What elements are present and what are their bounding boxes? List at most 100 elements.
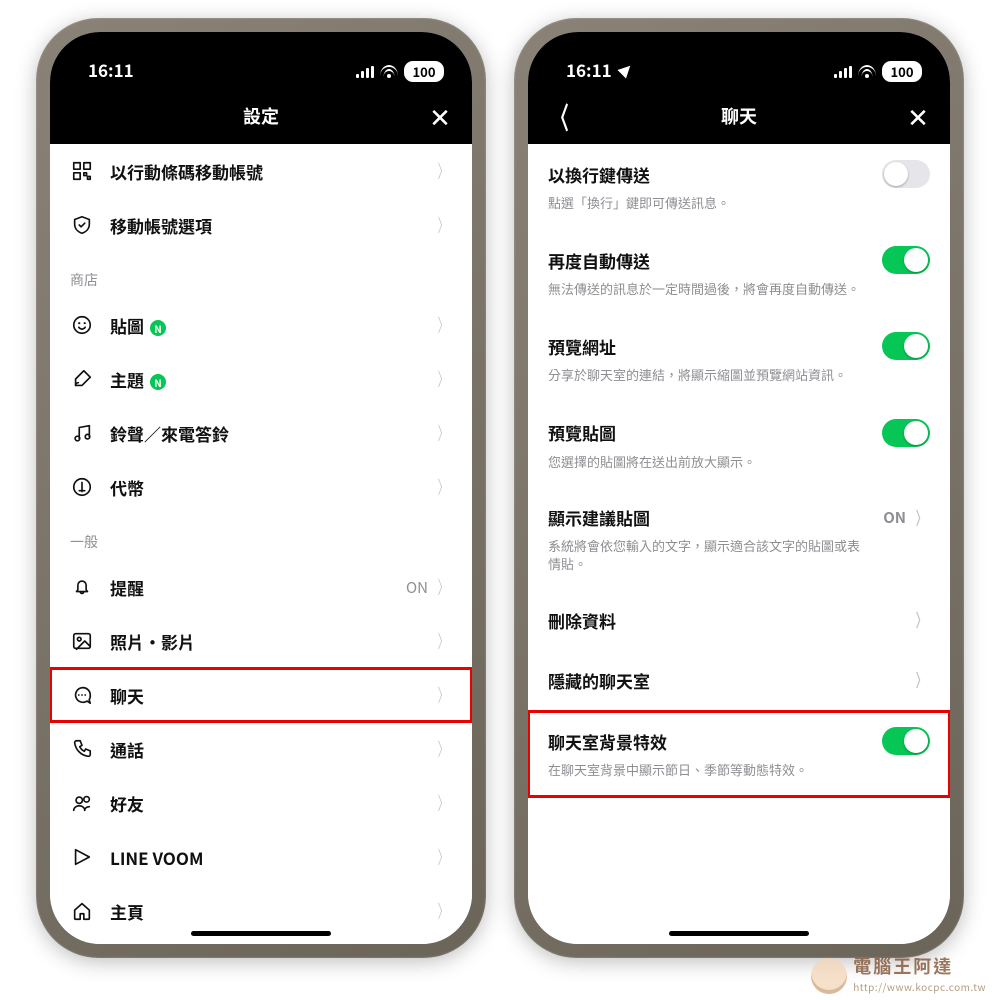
setting-subtitle: 在聊天室背景中顯示節日、季節等動態特效。 (548, 761, 930, 779)
setting-subtitle: 分享於聊天室的連結，將顯示縮圖並預覽網站資訊。 (548, 366, 930, 384)
row-trailing: 〉 (434, 474, 452, 500)
close-icon: ✕ (429, 98, 451, 135)
image-icon (70, 629, 94, 653)
settings-row[interactable]: 好友〉 (50, 776, 472, 830)
wifi-icon (858, 65, 876, 79)
row-label: 以行動條碼移動帳號 (110, 159, 434, 184)
settings-row[interactable]: 聊天〉 (50, 668, 472, 722)
settings-row[interactable]: 貼圖N〉 (50, 298, 472, 352)
section-label: 商店 (50, 252, 472, 298)
new-badge: N (150, 320, 166, 336)
music-icon (70, 421, 94, 445)
chat-settings-list[interactable]: 以換行鍵傳送點選「換行」鍵即可傳送訊息。再度自動傳送無法傳送的訊息於一定時間過後… (528, 144, 950, 944)
setting-title: 隱藏的聊天室 (548, 668, 650, 693)
row-trailing: 〉 (434, 628, 452, 654)
chat-setting-row[interactable]: 刪除資料〉 (528, 591, 950, 651)
watermark: 電腦王阿達 http://www.kocpc.com.tw (811, 953, 986, 994)
settings-row[interactable]: 以行動條碼移動帳號〉 (50, 144, 472, 198)
setting-title: 聊天室背景特效 (548, 729, 667, 754)
toggle-switch[interactable] (882, 419, 930, 447)
toggle-switch[interactable] (882, 246, 930, 274)
row-trailing: 〉 (434, 420, 452, 446)
setting-title: 預覽貼圖 (548, 420, 616, 445)
settings-row[interactable]: 鈴聲／來電答鈴〉 (50, 406, 472, 460)
chevron-right-icon: 〉 (438, 474, 449, 500)
battery-indicator: 100 (404, 61, 444, 82)
chevron-right-icon: 〉 (916, 607, 927, 633)
home-icon (70, 899, 94, 923)
row-trailing: 〉 (434, 898, 452, 924)
home-indicator[interactable] (669, 931, 809, 936)
toggle-switch[interactable] (882, 332, 930, 360)
chevron-right-icon: 〉 (438, 312, 449, 338)
close-icon: ✕ (907, 98, 929, 135)
chevron-right-icon: 〉 (438, 844, 449, 870)
settings-row[interactable]: Siri捷徑〉 (50, 938, 472, 944)
row-trailing: 〉 (434, 366, 452, 392)
watermark-url: http://www.kocpc.com.tw (853, 979, 986, 994)
status-time: 16:11 (566, 57, 612, 82)
nav-title: 聊天 (721, 103, 757, 129)
row-trailing: 〉 (434, 312, 452, 338)
dynamic-island (201, 48, 321, 82)
smiley-icon (70, 313, 94, 337)
phone-right: 16:11 100 〈 聊天 ✕ 以換行鍵傳送點選「換行」鍵即可傳送訊息。再度自… (514, 18, 964, 958)
row-trailing: 〉 (434, 682, 452, 708)
chat-setting-row: 以換行鍵傳送點選「換行」鍵即可傳送訊息。 (528, 144, 950, 230)
chevron-left-icon: 〈 (551, 94, 569, 138)
toggle-switch[interactable] (882, 727, 930, 755)
settings-row[interactable]: 移動帳號選項〉 (50, 198, 472, 252)
chevron-right-icon: 〉 (438, 736, 449, 762)
setting-value: ON (883, 507, 906, 528)
toggle-switch[interactable] (882, 160, 930, 188)
chat-setting-row[interactable]: 顯示建議貼圖ON〉系統將會依您輸入的文字，顯示適合該文字的貼圖或表情貼。 (528, 489, 950, 591)
screen-left: 16:11 100 設定 ✕ 以行動條碼移動帳號〉移動帳號選項〉商店貼圖N〉主題… (50, 32, 472, 944)
signal-icon (356, 66, 374, 78)
mascot-icon (811, 958, 847, 994)
chat-setting-row: 聊天室背景特效在聊天室背景中顯示節日、季節等動態特效。 (528, 711, 950, 797)
chat-setting-row: 預覽網址分享於聊天室的連結，將顯示縮圖並預覽網站資訊。 (528, 316, 950, 402)
settings-row[interactable]: 主題N〉 (50, 352, 472, 406)
new-badge: N (150, 374, 166, 390)
settings-row[interactable]: LINE VOOM〉 (50, 830, 472, 884)
phone-icon (70, 737, 94, 761)
row-label: 通話 (110, 737, 434, 762)
chat-setting-row[interactable]: 隱藏的聊天室 〉 (528, 651, 950, 711)
coin-icon (70, 475, 94, 499)
row-label: 照片・影片 (110, 629, 434, 654)
row-label: 好友 (110, 791, 434, 816)
battery-indicator: 100 (882, 61, 922, 82)
screen-right: 16:11 100 〈 聊天 ✕ 以換行鍵傳送點選「換行」鍵即可傳送訊息。再度自… (528, 32, 950, 944)
chevron-right-icon: 〉 (916, 667, 927, 693)
back-button[interactable]: 〈 (532, 88, 588, 144)
setting-subtitle: 系統將會依您輸入的文字，顯示適合該文字的貼圖或表情貼。 (548, 537, 930, 573)
qr-icon (70, 159, 94, 183)
settings-row[interactable]: 代幣〉 (50, 460, 472, 514)
setting-subtitle: 點選「換行」鍵即可傳送訊息。 (548, 194, 930, 212)
friends-icon (70, 791, 94, 815)
phone-left: 16:11 100 設定 ✕ 以行動條碼移動帳號〉移動帳號選項〉商店貼圖N〉主題… (36, 18, 486, 958)
chevron-right-icon: 〉 (916, 505, 927, 531)
status-time: 16:11 (88, 57, 134, 82)
chevron-right-icon: 〉 (438, 366, 449, 392)
close-button[interactable]: ✕ (412, 88, 468, 144)
section-label: 一般 (50, 514, 472, 560)
row-trailing: 〉 (434, 212, 452, 238)
chevron-right-icon: 〉 (438, 212, 449, 238)
settings-row[interactable]: 主頁〉 (50, 884, 472, 938)
settings-row[interactable]: 提醒ON〉 (50, 560, 472, 614)
close-button[interactable]: ✕ (890, 88, 946, 144)
settings-row[interactable]: 通話〉 (50, 722, 472, 776)
row-trailing: ON〉 (406, 574, 452, 600)
settings-row[interactable]: 照片・影片〉 (50, 614, 472, 668)
setting-title: 再度自動傳送 (548, 248, 650, 273)
wifi-icon (380, 65, 398, 79)
shield-icon (70, 213, 94, 237)
watermark-text: 電腦王阿達 (853, 953, 953, 979)
settings-list[interactable]: 以行動條碼移動帳號〉移動帳號選項〉商店貼圖N〉主題N〉鈴聲／來電答鈴〉代幣〉一般… (50, 144, 472, 944)
row-trailing: 〉 (434, 158, 452, 184)
row-label: 鈴聲／來電答鈴 (110, 421, 434, 446)
setting-subtitle: 無法傳送的訊息於一定時間過後，將會再度自動傳送。 (548, 280, 930, 298)
home-indicator[interactable] (191, 931, 331, 936)
chevron-right-icon: 〉 (438, 898, 449, 924)
